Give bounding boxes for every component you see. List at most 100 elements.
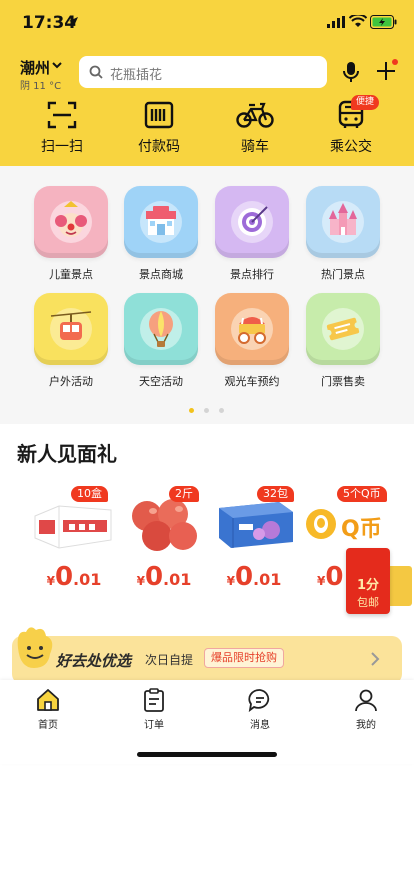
carriage-icon	[231, 308, 273, 350]
red-packet-price: 1分	[356, 578, 380, 593]
city-selector[interactable]: 潮州	[20, 57, 50, 78]
order-icon	[144, 688, 164, 712]
price-integer: 0	[325, 562, 344, 592]
quick-action-label: 付款码	[138, 139, 180, 155]
category-tile	[34, 293, 108, 365]
shop-icon	[140, 201, 182, 243]
search-input[interactable]: 花瓶插花	[79, 56, 327, 88]
chevron-right-icon	[371, 652, 380, 666]
apples-image	[132, 499, 197, 551]
tab-label: 消息	[250, 720, 270, 731]
price-currency: ¥	[226, 574, 235, 588]
drink-box-image	[34, 505, 112, 549]
qq-coin-text: Q币	[341, 517, 382, 542]
category-tile	[124, 293, 198, 365]
home-icon	[37, 689, 59, 711]
category-outdoor-activities[interactable]: 户外活动	[26, 293, 116, 393]
tab-label: 我的	[356, 720, 376, 731]
price-decimal: .01	[73, 570, 102, 589]
category-ticket-sales[interactable]: 门票售卖	[298, 293, 388, 393]
category-label: 景点排行	[230, 268, 274, 281]
bus-badge: 便捷	[351, 95, 379, 110]
price-integer: 0	[54, 562, 74, 592]
product-badge: 5个Q币	[337, 486, 387, 502]
target-icon	[231, 201, 273, 243]
banner-tag: 爆品限时抢购	[204, 648, 284, 668]
wifi-icon	[349, 15, 367, 27]
search-placeholder: 花瓶插花	[110, 68, 163, 83]
quick-action-label: 扫一扫	[41, 139, 83, 155]
price-integer: 0	[234, 562, 254, 592]
status-bar: 17:34	[0, 0, 414, 48]
scan-icon	[47, 101, 77, 129]
price-decimal: .01	[163, 570, 192, 589]
quick-action-bike[interactable]: 骑车	[220, 100, 290, 160]
product-card[interactable]: 10盒 ¥0.01	[29, 486, 119, 596]
quick-action-pay-code[interactable]: 付款码	[124, 100, 194, 160]
red-packet-promo[interactable]: 1分 包邮	[346, 548, 414, 618]
carousel-dot[interactable]	[219, 408, 224, 413]
section-title: 新人见面礼	[17, 442, 117, 466]
tab-messages[interactable]: 消息	[230, 688, 290, 732]
tab-label: 首页	[38, 720, 58, 731]
banner-title: 好去处优选	[56, 652, 132, 670]
category-label: 门票售卖	[321, 375, 365, 388]
category-label: 户外活动	[49, 375, 93, 388]
cable-car-icon	[50, 308, 92, 350]
category-label: 天空活动	[139, 375, 183, 388]
category-sky-activities[interactable]: 天空活动	[116, 293, 206, 393]
category-tile	[124, 186, 198, 258]
tab-profile[interactable]: 我的	[336, 688, 396, 732]
category-popular-attractions[interactable]: 热门景点	[298, 186, 388, 286]
ticket-icon	[322, 308, 364, 350]
microphone-icon[interactable]	[342, 61, 360, 83]
carousel-dot-active[interactable]	[189, 408, 194, 413]
category-label: 观光车预约	[224, 375, 280, 388]
category-kids-attractions[interactable]: 儿童景点	[26, 186, 116, 286]
product-badge: 10盒	[71, 486, 108, 502]
category-label: 景点商城	[139, 268, 183, 281]
cellular-signal-icon	[327, 16, 345, 28]
category-tile	[215, 293, 289, 365]
promo-banner[interactable]: 好去处优选 次日自提 爆品限时抢购	[12, 627, 402, 684]
category-sightseeing-car[interactable]: 观光车预约	[207, 293, 297, 393]
product-price: ¥0.01	[29, 562, 119, 592]
product-badge: 32包	[257, 486, 294, 502]
clown-icon	[50, 201, 92, 243]
red-packet-shipping: 包邮	[357, 596, 379, 609]
tissue-pack-image	[219, 502, 293, 548]
hot-air-balloon-icon	[140, 308, 182, 350]
notification-dot	[392, 59, 398, 65]
price-currency: ¥	[46, 574, 55, 588]
price-integer: 0	[144, 562, 164, 592]
price-decimal: .01	[253, 570, 282, 589]
castle-icon	[322, 201, 364, 243]
category-tile	[34, 186, 108, 258]
category-tile	[306, 186, 380, 258]
quick-action-scan[interactable]: 扫一扫	[27, 100, 97, 160]
product-badge: 2斤	[169, 486, 199, 502]
message-icon	[248, 689, 270, 712]
category-label: 热门景点	[321, 268, 365, 281]
search-icon	[89, 65, 103, 79]
tab-home[interactable]: 首页	[18, 688, 78, 732]
category-tile	[306, 293, 380, 365]
home-indicator[interactable]	[137, 752, 277, 757]
chevron-down-icon[interactable]	[52, 62, 62, 69]
bicycle-icon	[236, 102, 274, 128]
product-card[interactable]: 32包 ¥0.01	[209, 486, 299, 596]
tab-orders[interactable]: 订单	[124, 688, 184, 732]
product-price: ¥0.01	[119, 562, 209, 592]
quick-action-label: 骑车	[241, 139, 269, 155]
battery-icon	[370, 15, 397, 29]
category-attraction-ranking[interactable]: 景点排行	[207, 186, 297, 286]
category-attraction-mall[interactable]: 景点商城	[116, 186, 206, 286]
carousel-dot[interactable]	[204, 408, 209, 413]
product-card[interactable]: 2斤 ¥0.01	[119, 486, 209, 596]
barcode-icon	[144, 101, 174, 129]
header: 17:34 潮州 阴 11 °C 花瓶插花 扫一扫 付款码 骑车 乘公交 便捷	[0, 0, 414, 166]
smiley-mascot-icon	[17, 627, 53, 668]
quick-action-label: 乘公交	[330, 139, 372, 155]
category-label: 儿童景点	[49, 268, 93, 281]
profile-icon	[355, 689, 377, 712]
